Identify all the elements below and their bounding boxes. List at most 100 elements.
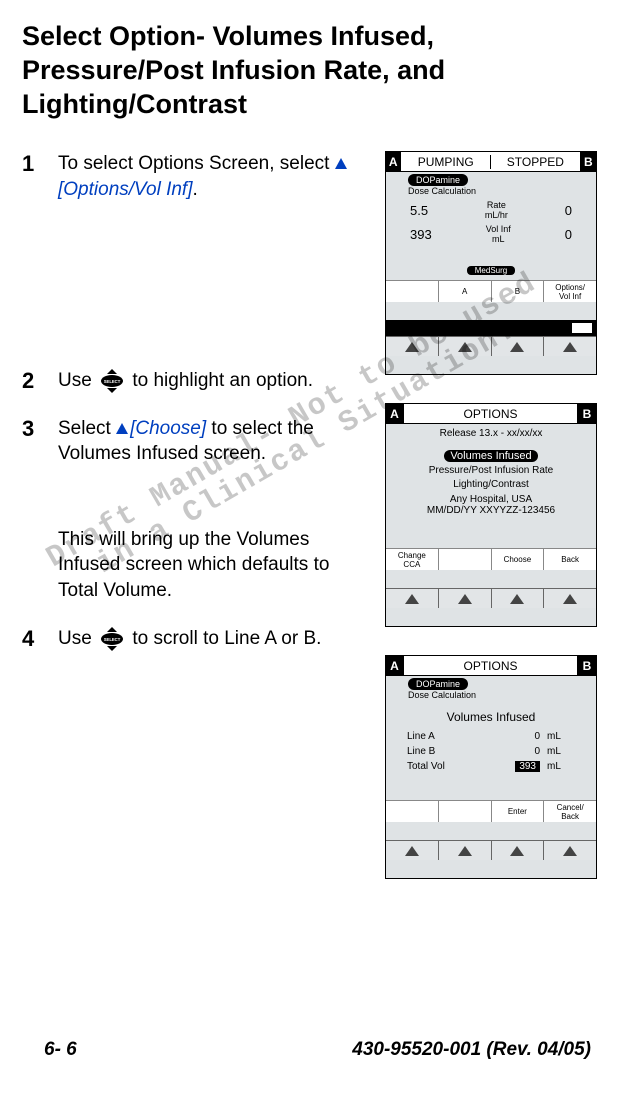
softkey-empty xyxy=(438,800,491,822)
step-text: Use SELECT to scroll to Line A or B. xyxy=(58,626,321,652)
line-a-label: Line A xyxy=(406,730,484,743)
rate-value-b: 0 xyxy=(565,203,572,218)
softkey-cancel-back[interactable]: Cancel/ Back xyxy=(543,800,596,822)
subscreen-title: Volumes Infused xyxy=(386,710,596,724)
text-segment: . xyxy=(192,179,197,200)
line-b-unit: mL xyxy=(546,745,572,758)
line-a-unit: mL xyxy=(546,730,572,743)
step-3: 3 Select [Choose] to select the Volumes … xyxy=(22,416,365,467)
softkey-a[interactable]: A xyxy=(438,280,491,302)
option-pressure-rate[interactable]: Pressure/Post Infusion Rate xyxy=(386,465,596,476)
screen-header: A OPTIONS B xyxy=(386,404,596,424)
channel-a-indicator: A xyxy=(386,656,404,676)
softkey-arrow[interactable] xyxy=(438,336,491,356)
softkey-arrow[interactable] xyxy=(386,840,438,860)
softkey-back[interactable]: Back xyxy=(543,548,596,570)
option-lighting-contrast[interactable]: Lighting/Contrast xyxy=(386,479,596,490)
softkey-triangle-icon xyxy=(116,423,128,434)
step-3-followup: This will bring up the Volumes Infused s… xyxy=(22,527,365,604)
text-segment: Use xyxy=(58,370,97,391)
total-vol-value: 393 xyxy=(515,761,540,772)
line-b-value: 0 xyxy=(486,745,544,758)
step-text: This will bring up the Volumes Infused s… xyxy=(58,527,365,604)
screen-header: A OPTIONS B xyxy=(386,656,596,676)
step-text: Select [Choose] to select the Volumes In… xyxy=(58,416,365,467)
stopped-status: STOPPED xyxy=(491,155,580,169)
softkey-empty xyxy=(438,548,491,570)
channel-a-indicator: A xyxy=(386,152,401,172)
dose-calculation-label: Dose Calculation xyxy=(408,690,596,700)
drug-label: DOPamine xyxy=(408,174,468,186)
table-row: Total Vol 393 mL xyxy=(406,760,572,773)
softkey-arrow[interactable] xyxy=(386,336,438,356)
rate-label: RatemL/hr xyxy=(466,200,526,220)
line-b-label: Line B xyxy=(406,745,484,758)
softkey-arrow[interactable] xyxy=(491,336,544,356)
option-volumes-infused[interactable]: Volumes Infused xyxy=(444,450,537,462)
battery-icon xyxy=(572,323,592,333)
stamp-label: MM/DD/YY XXYYZZ-123456 xyxy=(386,505,596,516)
table-row: Line A 0 mL xyxy=(406,730,572,743)
softkey-arrow[interactable] xyxy=(543,840,596,860)
page-number: 6- 6 xyxy=(44,1039,77,1061)
svg-text:SELECT: SELECT xyxy=(104,379,121,384)
select-key-icon: SELECT xyxy=(99,626,125,652)
text-segment: Use xyxy=(58,628,97,649)
softkey-enter[interactable]: Enter xyxy=(491,800,544,822)
volinf-label: Vol InfmL xyxy=(468,224,528,244)
options-header: OPTIONS xyxy=(404,656,578,676)
page-title: Select Option- Volumes Infused, Pressure… xyxy=(22,20,613,121)
svg-text:SELECT: SELECT xyxy=(104,637,121,642)
softkey-b[interactable]: B xyxy=(491,280,544,302)
screen-header: A PUMPING STOPPED B xyxy=(386,152,596,172)
rate-value-a: 5.5 xyxy=(410,203,428,218)
pump-screen-options: A OPTIONS B Release 13.x - xx/xx/xx Volu… xyxy=(385,403,597,627)
drug-label: DOPamine xyxy=(408,678,468,690)
volinf-value-b: 0 xyxy=(565,227,572,242)
softkey-arrow[interactable] xyxy=(543,588,596,608)
softkey-arrow[interactable] xyxy=(543,336,596,356)
softkey-options-volinf[interactable]: Options/ Vol Inf xyxy=(543,280,596,302)
release-label: Release 13.x - xx/xx/xx xyxy=(386,424,596,439)
step-2: 2 Use SELECT to highlight an option. xyxy=(22,368,365,394)
step-number: 2 xyxy=(22,368,44,394)
softkey-arrow[interactable] xyxy=(491,840,544,860)
status-strip xyxy=(386,320,596,336)
softkey-arrows xyxy=(386,588,596,608)
step-text: Use SELECT to highlight an option. xyxy=(58,368,313,394)
step-number: 1 xyxy=(22,151,44,177)
dose-calculation-label: Dose Calculation xyxy=(408,186,596,196)
text-segment: To select Options Screen, select xyxy=(58,153,335,174)
text-segment: to scroll to Line A or B. xyxy=(127,628,321,649)
softkey-arrow[interactable] xyxy=(438,840,491,860)
channel-b-indicator: B xyxy=(578,404,596,424)
total-vol-unit: mL xyxy=(546,760,572,773)
softkey-empty xyxy=(386,800,438,822)
softkey-reference: [Options/Vol Inf] xyxy=(58,179,192,200)
step-1: 1 To select Options Screen, select [Opti… xyxy=(22,151,365,202)
total-vol-label: Total Vol xyxy=(406,760,484,773)
softkey-triangle-icon xyxy=(335,158,347,169)
softkey-change-cca[interactable]: Change CCA xyxy=(386,548,438,570)
text-segment: to highlight an option. xyxy=(127,370,313,391)
softkey-choose[interactable]: Choose xyxy=(491,548,544,570)
pumping-status: PUMPING xyxy=(401,155,491,169)
document-number: 430-95520-001 (Rev. 04/05) xyxy=(352,1039,591,1061)
softkey-empty xyxy=(386,280,438,302)
channel-b-indicator: B xyxy=(581,152,596,172)
softkey-arrow[interactable] xyxy=(438,588,491,608)
step-number: 3 xyxy=(22,416,44,442)
volumes-infused-table: Line A 0 mL Line B 0 mL Total Vol 393 xyxy=(404,728,574,775)
step-text: To select Options Screen, select [Option… xyxy=(58,151,365,202)
softkey-arrow[interactable] xyxy=(386,588,438,608)
hospital-label: Any Hospital, USA xyxy=(386,494,596,505)
softkey-arrows xyxy=(386,840,596,860)
page-footer: 6- 6 430-95520-001 (Rev. 04/05) xyxy=(22,1039,613,1061)
pump-screen-main: A PUMPING STOPPED B DOPamine Dose Calcul… xyxy=(385,151,597,375)
softkey-arrows xyxy=(386,336,596,356)
table-row: Line B 0 mL xyxy=(406,745,572,758)
select-key-icon: SELECT xyxy=(99,368,125,394)
softkey-reference: [Choose] xyxy=(130,418,206,439)
softkey-arrow[interactable] xyxy=(491,588,544,608)
text-segment: Select xyxy=(58,418,116,439)
